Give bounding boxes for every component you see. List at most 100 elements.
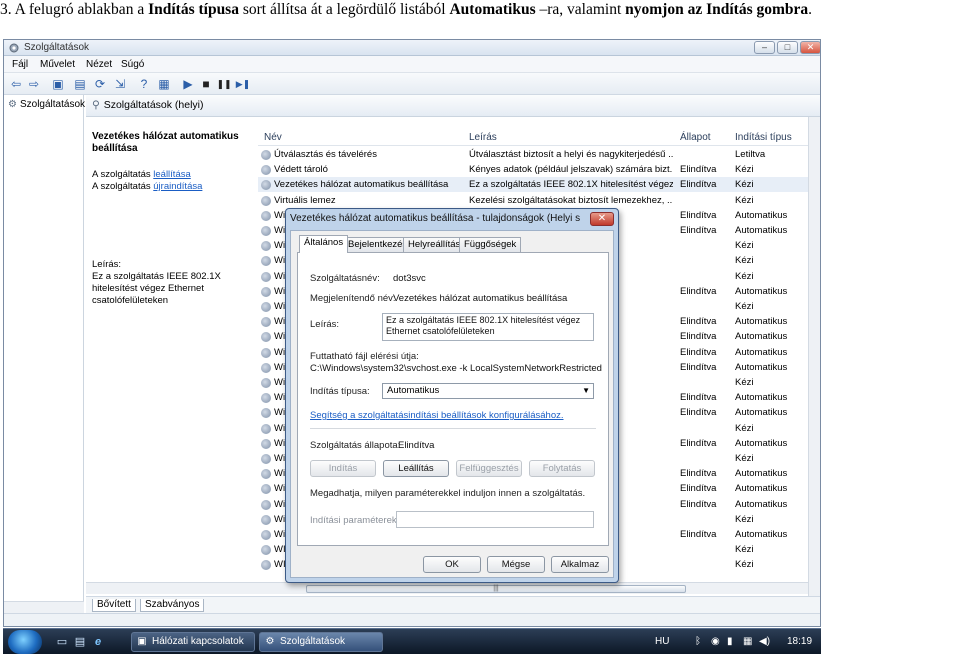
taskbar-button-label: Szolgáltatások [280,636,346,647]
table-row[interactable]: Útválasztás és távelérés Útválasztást biz… [258,147,820,162]
resume-button[interactable]: Folytatás [529,460,595,477]
cell-status: Elindítva [680,179,717,191]
pause-button[interactable]: Felfüggesztés [456,460,522,477]
restart-icon[interactable]: ▶❚ [235,76,251,92]
refresh-icon[interactable]: ⟳ [92,76,108,92]
battery-icon[interactable]: ▮ [727,635,733,649]
cell-description: Ez a szolgáltatás IEEE 802.1X hitelesíté… [469,179,673,191]
tab-standard[interactable]: Szabványos [140,599,205,612]
params-hint: Megadhatja, milyen paraméterekkel indulj… [310,488,586,499]
vertical-scrollbar[interactable] [808,117,820,601]
dialog-title[interactable]: Vezetékes hálózat automatikus beállítása… [290,212,580,226]
params-input[interactable] [396,511,594,528]
cell-status: Elindítva [680,407,717,419]
stop-icon[interactable]: ■ [198,76,214,92]
column-header-startup-type[interactable]: Indítási típus [735,132,792,143]
service-gear-icon [261,484,271,495]
stop-service-link[interactable]: leállítása [153,169,191,180]
security-icon[interactable]: ◉ [711,635,720,649]
service-name-value: dot3svc [393,273,426,284]
play-icon[interactable]: ▶ [180,76,196,92]
cell-status: Elindítva [680,529,717,540]
network-icon: ▣ [137,636,147,647]
scrollbar-thumb[interactable]: ||| [306,585,686,593]
clock[interactable]: 18:19 [787,635,812,649]
volume-icon[interactable]: ◀) [759,635,770,649]
back-icon[interactable]: ⇦ [8,76,24,92]
tree-node-services-local[interactable]: ⚙ Szolgáltatások (h [8,99,97,110]
status-label: Szolgáltatás állapota: [310,440,401,451]
service-gear-icon [261,271,271,282]
cell-status: Elindítva [680,164,717,176]
taskbar-network-connections[interactable]: ▣ Hálózati kapcsolatok [131,632,255,652]
restart-service-line: A szolgáltatás újraindítása [92,181,202,193]
tab-extended[interactable]: Bővített [92,599,136,612]
pause-icon[interactable]: ❚❚ [216,76,232,92]
ok-button[interactable]: OK [423,556,481,573]
close-button[interactable]: ✕ [800,41,820,54]
cell-startup-type: Kézi [735,270,754,282]
stop-button[interactable]: Leállítás [383,460,449,477]
switch-windows-icon[interactable]: ▤ [73,635,87,649]
menu-file[interactable]: Fájl [12,59,28,70]
tab-dependencies[interactable]: Függőségek [459,237,522,252]
params-label: Indítási paraméterek: [310,515,400,526]
caption-text: –ra, valamint [535,1,626,18]
start-button[interactable] [8,630,42,654]
horizontal-scrollbar[interactable]: ||| [86,582,808,594]
description-field[interactable]: Ez a szolgáltatás IEEE 802.1X hitelesíté… [382,313,594,341]
show-tree-icon[interactable]: ▤ [72,76,88,92]
up-icon[interactable]: ▣ [50,76,66,92]
properties-icon[interactable]: ▦ [156,76,172,92]
status-bar [4,613,820,626]
service-name-label: Szolgáltatásnév: [310,273,380,284]
column-header-status[interactable]: Állapot [680,132,711,143]
service-gear-icon [261,332,271,343]
cell-status: Elindítva [680,361,717,373]
maximize-button[interactable]: □ [777,41,798,54]
caption-text: . [808,1,813,18]
start-button[interactable]: Indítás [310,460,376,477]
table-row[interactable]: Vezetékes hálózat automatikus beállítása… [258,177,820,193]
show-desktop-icon[interactable]: ▭ [55,635,69,649]
cancel-button[interactable]: Mégse [487,556,545,573]
start-type-dropdown[interactable]: Automatikus ▼ [382,383,594,399]
title-bar[interactable]: Szolgáltatások – □ ✕ [4,40,820,56]
menu-action[interactable]: Művelet [40,59,75,70]
column-header-name[interactable]: Név [264,132,282,143]
tab-general[interactable]: Általános [299,235,349,253]
tab-logon[interactable]: Bejelentkezés [343,237,413,252]
column-header-description[interactable]: Leírás [469,132,497,143]
taskbar-button-label: Hálózati kapcsolatok [152,636,244,647]
status-value: Elindítva [398,440,435,451]
minimize-button[interactable]: – [754,41,775,54]
table-row[interactable]: Védett tároló Kényes adatok (például jels… [258,162,820,177]
cell-startup-type: Kézi [735,377,754,388]
language-indicator[interactable]: HU [655,635,669,649]
network-tray-icon[interactable]: ▦ [743,635,752,649]
export-icon[interactable]: ⇲ [112,76,128,92]
start-type-selected: Automatikus [387,385,440,396]
restart-service-link[interactable]: újraindítása [153,181,202,192]
forward-icon[interactable]: ⇨ [26,76,42,92]
bluetooth-icon[interactable]: ᛒ [695,635,701,649]
menu-help[interactable]: Súgó [121,59,144,70]
table-row[interactable]: Virtuális lemez Kezelési szolgáltatásokat… [258,193,820,208]
caption-bold-press-start: nyomjon az Indítás gombra [625,1,809,18]
dialog-close-button[interactable]: ✕ [590,212,614,226]
help-icon[interactable]: ? [136,76,152,92]
cell-startup-type: Kézi [735,513,754,525]
description-panel: Vezetékes hálózat automatikus beállítása… [86,117,258,601]
cell-startup-type: Kézi [735,240,754,252]
service-gear-icon [261,393,271,404]
internet-explorer-icon[interactable]: e [91,635,105,649]
tab-recovery[interactable]: Helyreállítás [403,237,466,252]
cell-startup-type: Automatikus [735,316,788,328]
apply-button[interactable]: Alkalmaz [551,556,609,573]
menu-view[interactable]: Nézet [86,59,112,70]
service-gear-icon [261,226,271,236]
startup-help-link[interactable]: Segítség a szolgáltatásindítási beállítá… [310,410,564,421]
tree-horizontal-scrollbar[interactable] [4,601,84,613]
taskbar-services[interactable]: ⚙ Szolgáltatások [259,632,383,652]
service-gear-icon [261,286,271,297]
